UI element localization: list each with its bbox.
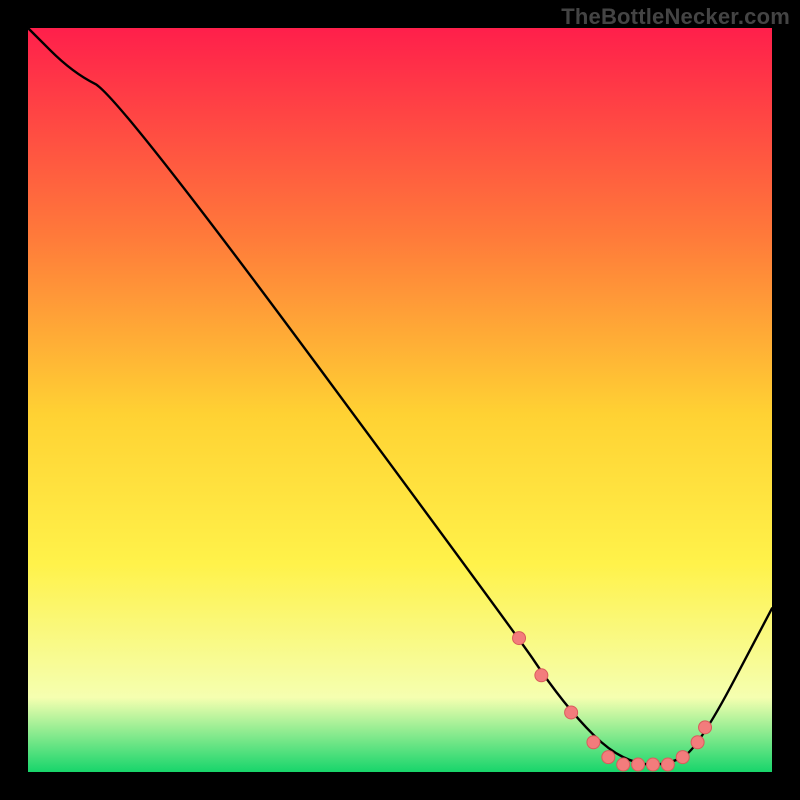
marker-point	[699, 721, 712, 734]
marker-point	[587, 736, 600, 749]
marker-point	[632, 758, 645, 771]
marker-point	[691, 736, 704, 749]
gradient-background	[28, 28, 772, 772]
marker-point	[617, 758, 630, 771]
marker-point	[602, 751, 615, 764]
marker-point	[513, 632, 526, 645]
marker-point	[646, 758, 659, 771]
watermark-text: TheBottleNecker.com	[561, 4, 790, 30]
marker-point	[676, 751, 689, 764]
chart-stage: TheBottleNecker.com	[0, 0, 800, 800]
plot-area	[28, 28, 772, 772]
marker-point	[535, 669, 548, 682]
chart-svg	[28, 28, 772, 772]
marker-point	[565, 706, 578, 719]
marker-point	[661, 758, 674, 771]
